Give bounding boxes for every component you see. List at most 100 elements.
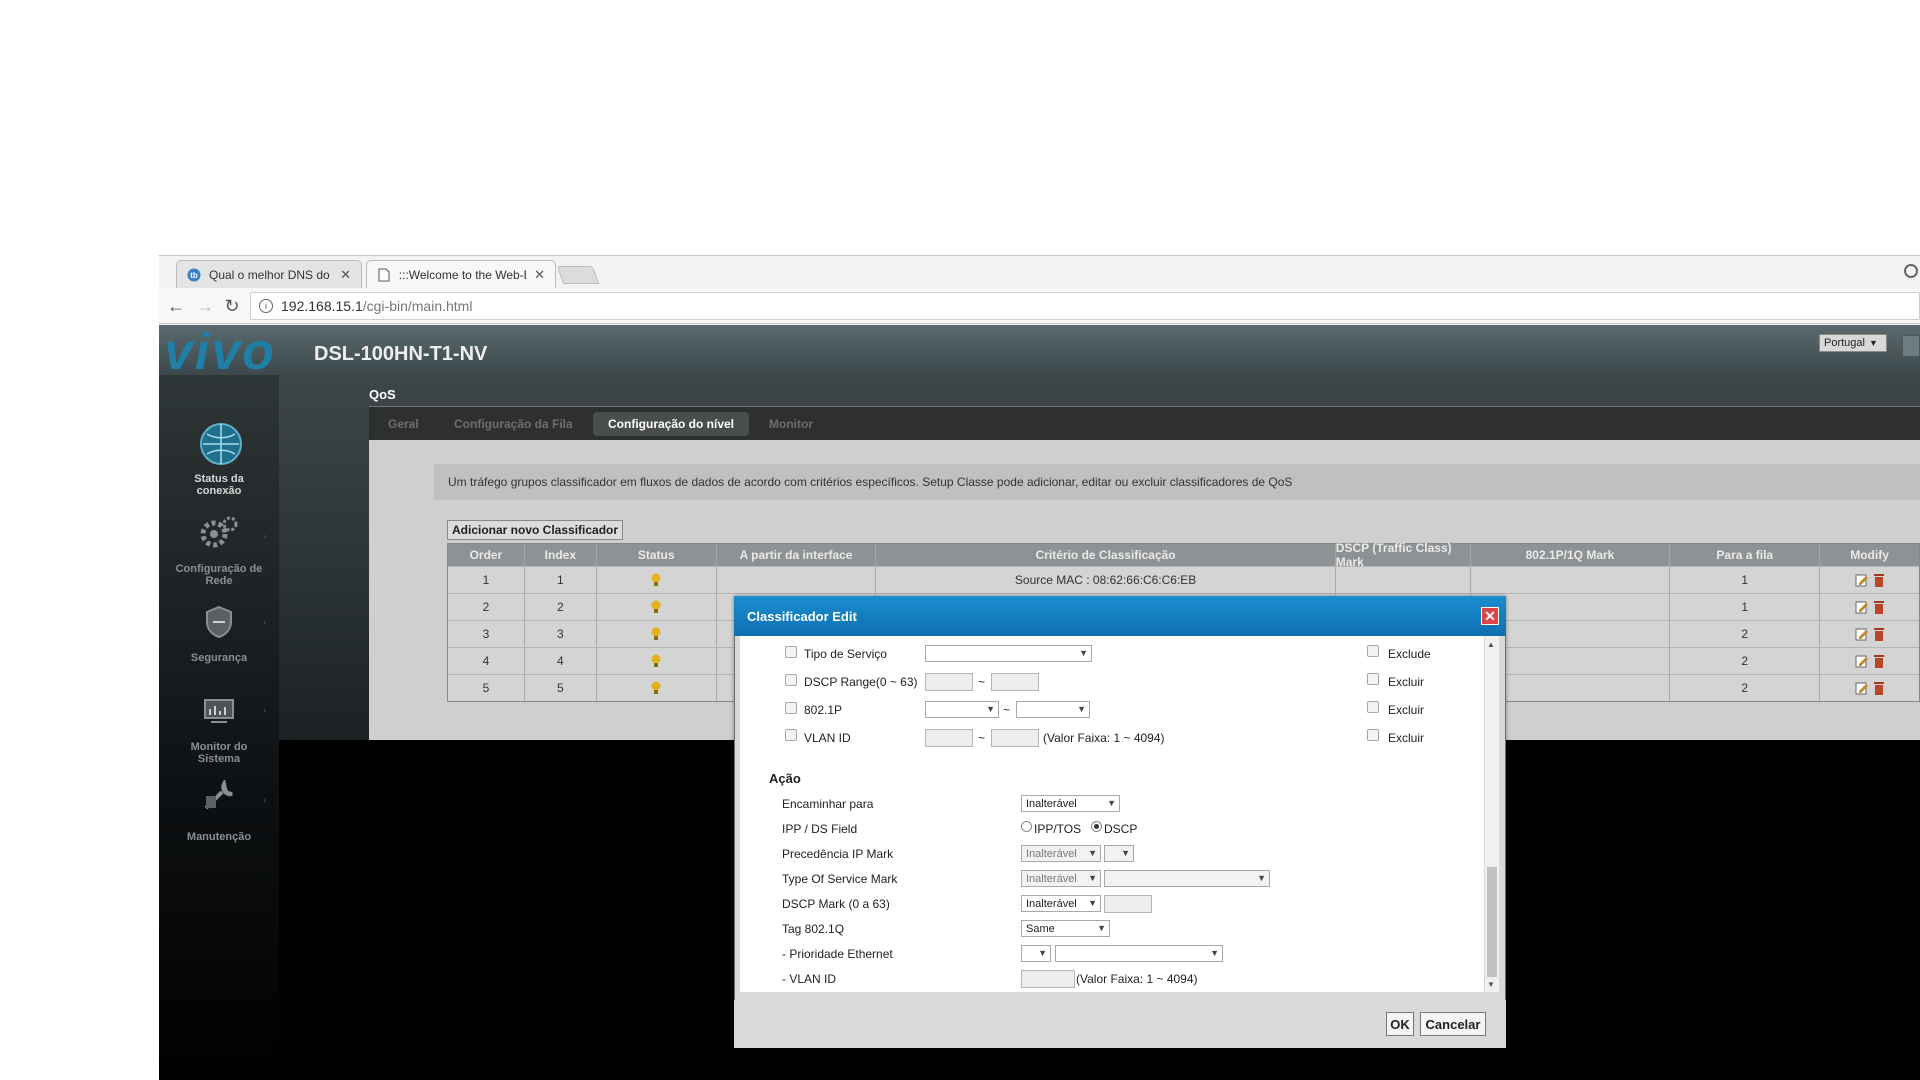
scrollbar-thumb[interactable] [1487,867,1497,977]
dscp-exclude-checkbox[interactable] [1367,673,1379,685]
dscp-mark-input[interactable] [1104,895,1152,913]
cell-order: 5 [448,675,525,701]
add-classifier-button[interactable]: Adicionar novo Classificador [447,520,624,540]
vlan-max-input[interactable] [991,729,1039,747]
edit-icon[interactable] [1855,600,1869,614]
new-tab-button[interactable] [556,266,600,284]
profile-icon[interactable] [1904,264,1918,278]
dscp-range-min-input[interactable] [925,673,973,691]
sidebar-item-network-config[interactable]: Configuração de Rede [159,563,279,587]
tab-geral[interactable]: Geral [388,412,419,436]
delete-icon[interactable] [1873,654,1885,668]
delete-icon[interactable] [1873,573,1885,587]
ip-precedence-select[interactable]: Inalterável ▼ [1021,845,1101,862]
ip-precedence-value-select[interactable]: ▼ [1104,845,1134,862]
cell-index: 4 [525,648,597,674]
edit-icon[interactable] [1855,681,1869,695]
ethernet-priority-value-select[interactable]: ▼ [1055,945,1223,962]
p8021-checkbox[interactable] [785,702,797,714]
sidebar-item-system-monitor[interactable]: Monitor do Sistema [159,741,279,765]
cancel-button[interactable]: Cancelar [1420,1012,1486,1036]
vlan-label: VLAN ID [804,731,851,745]
tab-level-config[interactable]: Configuração do nível [593,412,750,436]
table-row: 1 1 Source MAC : 08:62:66:C6:C6:EB 1 [448,566,1919,593]
vlan-checkbox[interactable] [785,729,797,741]
dscp-radio[interactable] [1091,821,1102,832]
edit-icon[interactable] [1855,573,1869,587]
cell-modify [1820,567,1919,593]
cell-index: 1 [525,567,597,593]
delete-icon[interactable] [1873,681,1885,695]
chevron-right-icon: › [263,795,266,805]
language-value: Portugal [1824,337,1865,349]
sidebar-item-maintenance[interactable]: Manutenção [159,831,279,843]
browser-tab-dns[interactable]: tb Qual o melhor DNS do B ✕ [176,260,362,288]
ipptos-radio[interactable] [1021,821,1032,832]
gears-icon[interactable] [198,514,242,550]
wrench-icon[interactable] [202,780,238,812]
scroll-up-icon[interactable]: ▲ [1487,640,1495,649]
p8021-exclude-checkbox[interactable] [1367,701,1379,713]
site-info-icon[interactable]: i [259,299,273,313]
url-path: /cgi-bin/main.html [362,298,473,314]
device-model: DSL-100HN-T1-NV [314,343,488,365]
tos-mark-select[interactable]: Inalterável ▼ [1021,870,1101,887]
tos-exclude-checkbox[interactable] [1367,645,1379,657]
sidebar-item-status[interactable]: Status da conexão [159,473,279,497]
tos-mark-value-select[interactable]: ▼ [1104,870,1270,887]
edit-icon[interactable] [1855,627,1869,641]
vlan-exclude-checkbox[interactable] [1367,729,1379,741]
close-icon[interactable]: ✕ [1481,607,1499,625]
action-vlan-input[interactable] [1021,970,1075,988]
url-host: 192.168.15.1 [281,298,363,314]
delete-icon[interactable] [1873,627,1885,641]
shield-icon[interactable] [204,605,234,639]
cell-order: 4 [448,648,525,674]
dscp-mark-value: Inalterável [1026,897,1077,910]
tag-8021q-label: Tag 802.1Q [782,922,845,936]
tab-queue-config[interactable]: Configuração da Fila [454,412,573,436]
address-bar[interactable]: i 192.168.15.1/cgi-bin/main.html [250,292,1920,320]
forward-select[interactable]: Inalterável ▼ [1021,795,1120,812]
forward-icon[interactable]: → [195,296,215,316]
dscp-range-checkbox[interactable] [785,674,797,686]
scroll-down-icon[interactable]: ▼ [1487,980,1495,989]
header-tool-button[interactable] [1902,335,1920,357]
vlan-min-input[interactable] [925,729,973,747]
close-tab-icon[interactable]: ✕ [534,267,545,283]
tos-select[interactable]: ▼ [925,645,1092,662]
tos-checkbox[interactable] [785,646,797,658]
page-title: QoS [369,387,396,402]
status-bulb-icon [597,648,717,674]
tab-monitor[interactable]: Monitor [769,412,813,436]
dialog-body [740,636,1484,992]
dscp-range-max-input[interactable] [991,673,1039,691]
language-select[interactable]: Portugal ▼ [1819,334,1887,352]
sidebar-item-label: Sistema [197,753,241,765]
browser-tab-router[interactable]: :::Welcome to the Web-B ✕ [366,260,556,288]
svg-text:tb: tb [190,271,198,280]
tag-8021q-select[interactable]: Same ▼ [1021,920,1110,937]
edit-icon[interactable] [1855,654,1869,668]
column-header: Para a fila [1670,544,1821,566]
globe-icon[interactable] [199,422,243,466]
sidebar-item-security[interactable]: Segurança [159,652,279,664]
reload-icon[interactable]: ↻ [222,296,242,316]
forward-value: Inalterável [1026,797,1077,810]
column-header: Status [597,544,717,566]
cell-index: 3 [525,621,597,647]
ok-button[interactable]: OK [1386,1012,1414,1036]
action-section-title: Ação [769,771,801,786]
p8021-max-select[interactable]: ▼ [1016,701,1090,718]
back-icon[interactable]: ← [166,296,186,316]
column-header: Critério de Classificação [876,544,1336,566]
chevron-down-icon: ▼ [1077,704,1086,714]
ethernet-priority-select[interactable]: ▼ [1021,945,1051,962]
monitor-icon[interactable] [202,697,236,725]
dscp-mark-select[interactable]: Inalterável ▼ [1021,895,1101,912]
p8021-min-select[interactable]: ▼ [925,701,999,718]
cell-order: 2 [448,594,525,620]
close-tab-icon[interactable]: ✕ [340,267,351,283]
delete-icon[interactable] [1873,600,1885,614]
table-header: Order Index Status A partir da interface… [448,541,1919,569]
